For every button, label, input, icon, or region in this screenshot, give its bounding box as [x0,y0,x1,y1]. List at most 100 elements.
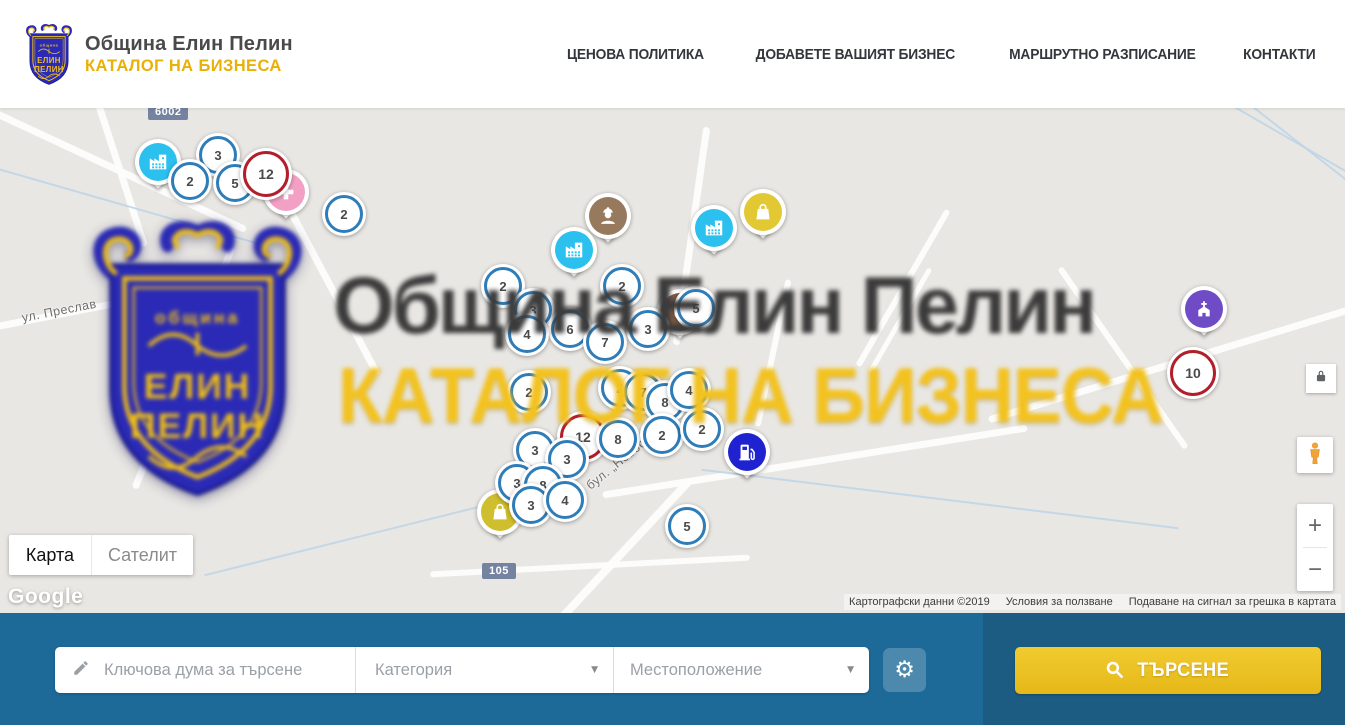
search-icon [1105,660,1124,682]
nav-item[interactable]: ЦЕНОВА ПОЛИТИКА [567,46,704,63]
stream-line [204,502,496,577]
cluster-count: 12 [258,166,274,182]
cluster-count: 3 [531,443,538,458]
municipality-emblem-icon: община ЕЛИН ПЕЛИН [24,23,74,86]
bag-icon [744,193,782,231]
cluster-count: 6 [566,322,573,337]
search-bar: Категория ▼ Местоположение ▼ ⚙ ТЪРСЕНЕ [0,613,1345,725]
stream-line [702,469,1179,529]
zoom-out-button[interactable]: − [1297,548,1333,591]
category-select[interactable]: Категория ▼ [356,647,613,693]
svg-text:община: община [40,42,59,47]
road-line [132,246,236,490]
cluster-count: 4 [523,327,530,342]
pin-circle [1181,286,1227,332]
church-icon [1185,290,1223,328]
search-fields-group: Категория ▼ Местоположение ▼ [55,647,869,693]
nav-item[interactable]: МАРШРУТНО РАЗПИСАНИЕ [1009,46,1196,63]
svg-text:ЕЛИН: ЕЛИН [144,366,252,406]
fuel-icon [728,433,766,471]
map-type-satellite-button[interactable]: Сателит [91,535,193,575]
brand-text: Община Елин Пелин КАТАЛОГ НА БИЗНЕСА [85,32,293,76]
map-pin[interactable] [724,429,770,475]
cluster-marker[interactable]: 4 [505,312,549,356]
cluster-count: 7 [601,335,608,350]
terms-link[interactable]: Условия за ползване [1006,596,1113,608]
cluster-marker[interactable]: 2 [322,192,366,236]
cluster-marker[interactable]: 2 [507,370,551,414]
cluster-marker[interactable]: 8 [596,417,640,461]
cluster-marker[interactable]: 5 [674,286,718,330]
report-error-link[interactable]: Подаване на сигнал за грешка в картата [1129,596,1336,608]
map-pin[interactable] [1181,286,1227,332]
cluster-count: 4 [561,493,568,508]
gear-icon: ⚙ [894,659,915,682]
google-logo[interactable]: Google [8,585,83,609]
cluster-count: 2 [618,279,625,294]
pin-circle [740,189,786,235]
map-type-control: Карта Сателит [9,535,193,575]
cluster-marker[interactable]: 2 [600,264,644,308]
nav-item[interactable]: ДОБАВЕТЕ ВАШИЯТ БИЗНЕС [756,46,955,63]
map-type-map-button[interactable]: Карта [9,535,91,575]
search-button-label: ТЪРСЕНЕ [1137,660,1229,682]
cluster-marker[interactable]: 4 [667,368,711,412]
keyword-input[interactable] [102,660,355,681]
stream-line [1125,108,1345,235]
cluster-marker[interactable]: 2 [168,159,212,203]
cluster-marker[interactable]: 12 [240,148,292,200]
road-number-badge: 6002 [148,108,188,120]
road-line [0,280,218,335]
main-nav: ЦЕНОВА ПОЛИТИКА ДОБАВЕТЕ ВАШИЯТ БИЗНЕС МАР… [561,46,1321,63]
road-line [988,300,1345,424]
cluster-count: 3 [527,498,534,513]
cluster-count: 5 [231,176,238,191]
category-placeholder: Категория [375,661,452,680]
pegman-icon [1303,441,1327,470]
cluster-marker[interactable]: 3 [626,307,670,351]
map-pin[interactable] [691,205,737,251]
factory-icon [695,209,733,247]
cluster-count: 2 [186,174,193,189]
map-pin[interactable] [551,227,597,273]
lock-icon [1314,369,1328,388]
keyword-field[interactable] [55,647,355,693]
cluster-count: 3 [644,322,651,337]
street-label: ул. Преслав [21,297,98,325]
cluster-marker[interactable]: 2 [680,407,724,451]
cluster-count: 5 [692,301,699,316]
cluster-count: 8 [614,432,621,447]
search-button[interactable]: ТЪРСЕНЕ [1015,647,1321,694]
zoom-in-button[interactable]: + [1297,504,1333,547]
attribution-copyright: Картографски данни ©2019 [849,596,990,608]
site-logo[interactable]: община ЕЛИН ПЕЛИН Община Елин Пелин КАТА… [24,23,293,86]
cluster-count: 4 [685,383,692,398]
map-canvas[interactable]: ул. Преславбул. „Новосел6002105 [0,108,1345,613]
site-title: Община Елин Пелин [85,32,293,57]
street-view-pegman-button[interactable] [1297,437,1333,473]
zoom-control: + − [1297,504,1333,591]
cluster-count: 10 [1185,365,1201,381]
cluster-marker[interactable]: 4 [543,478,587,522]
map-pin[interactable] [740,189,786,235]
cluster-marker[interactable]: 7 [583,320,627,364]
cluster-marker[interactable]: 5 [665,504,709,548]
cluster-count: 2 [658,428,665,443]
cluster-count: 2 [698,422,705,437]
cluster-marker[interactable]: 10 [1167,347,1219,399]
map-attribution: Картографски данни ©2019 Условия за полз… [844,594,1341,610]
lock-button[interactable] [1306,364,1336,393]
road-line [1057,266,1188,450]
advanced-settings-button[interactable]: ⚙ [883,648,926,692]
location-select[interactable]: Местоположение ▼ [614,647,869,693]
cluster-marker[interactable]: 2 [640,413,684,457]
pin-circle [724,429,770,475]
nav-item[interactable]: КОНТАКТИ [1244,46,1316,63]
watermark-emblem: община ЕЛИН ПЕЛИН [85,215,310,503]
cluster-count: 5 [683,519,690,534]
stream-line [1088,108,1345,201]
cluster-count: 3 [214,148,221,163]
road-number-badge: 105 [482,563,516,579]
road-line [855,209,950,368]
cluster-count: 2 [525,385,532,400]
